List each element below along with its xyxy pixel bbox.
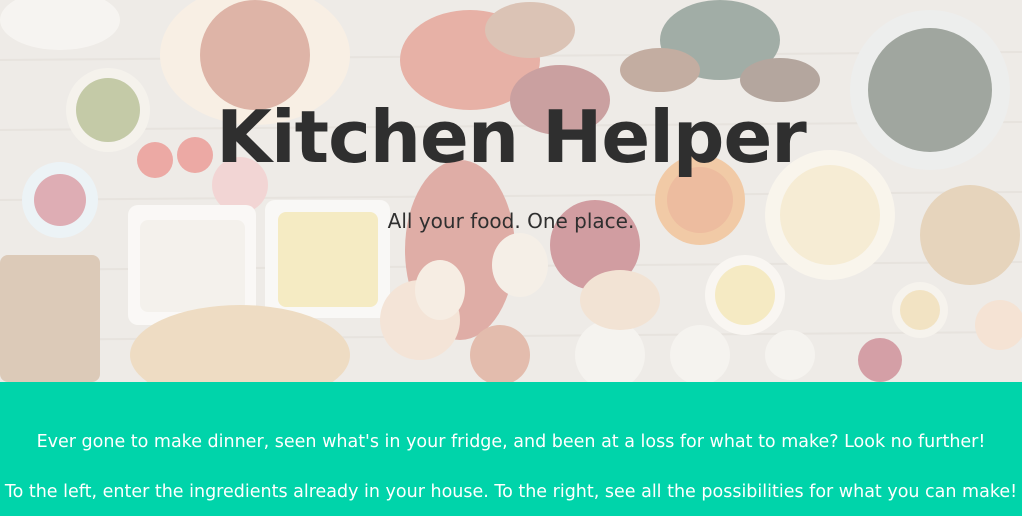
page-title: Kitchen Helper [216,95,807,179]
hero-banner: Kitchen Helper All your food. One place. [0,0,1022,382]
page-subtitle: All your food. One place. [387,209,635,233]
image-overlay [0,0,1022,382]
intro-section: Ever gone to make dinner, seen what's in… [0,382,1022,516]
intro-text-line-1: Ever gone to make dinner, seen what's in… [36,432,986,452]
intro-text-line-2: To the left, enter the ingredients alrea… [4,482,1018,502]
